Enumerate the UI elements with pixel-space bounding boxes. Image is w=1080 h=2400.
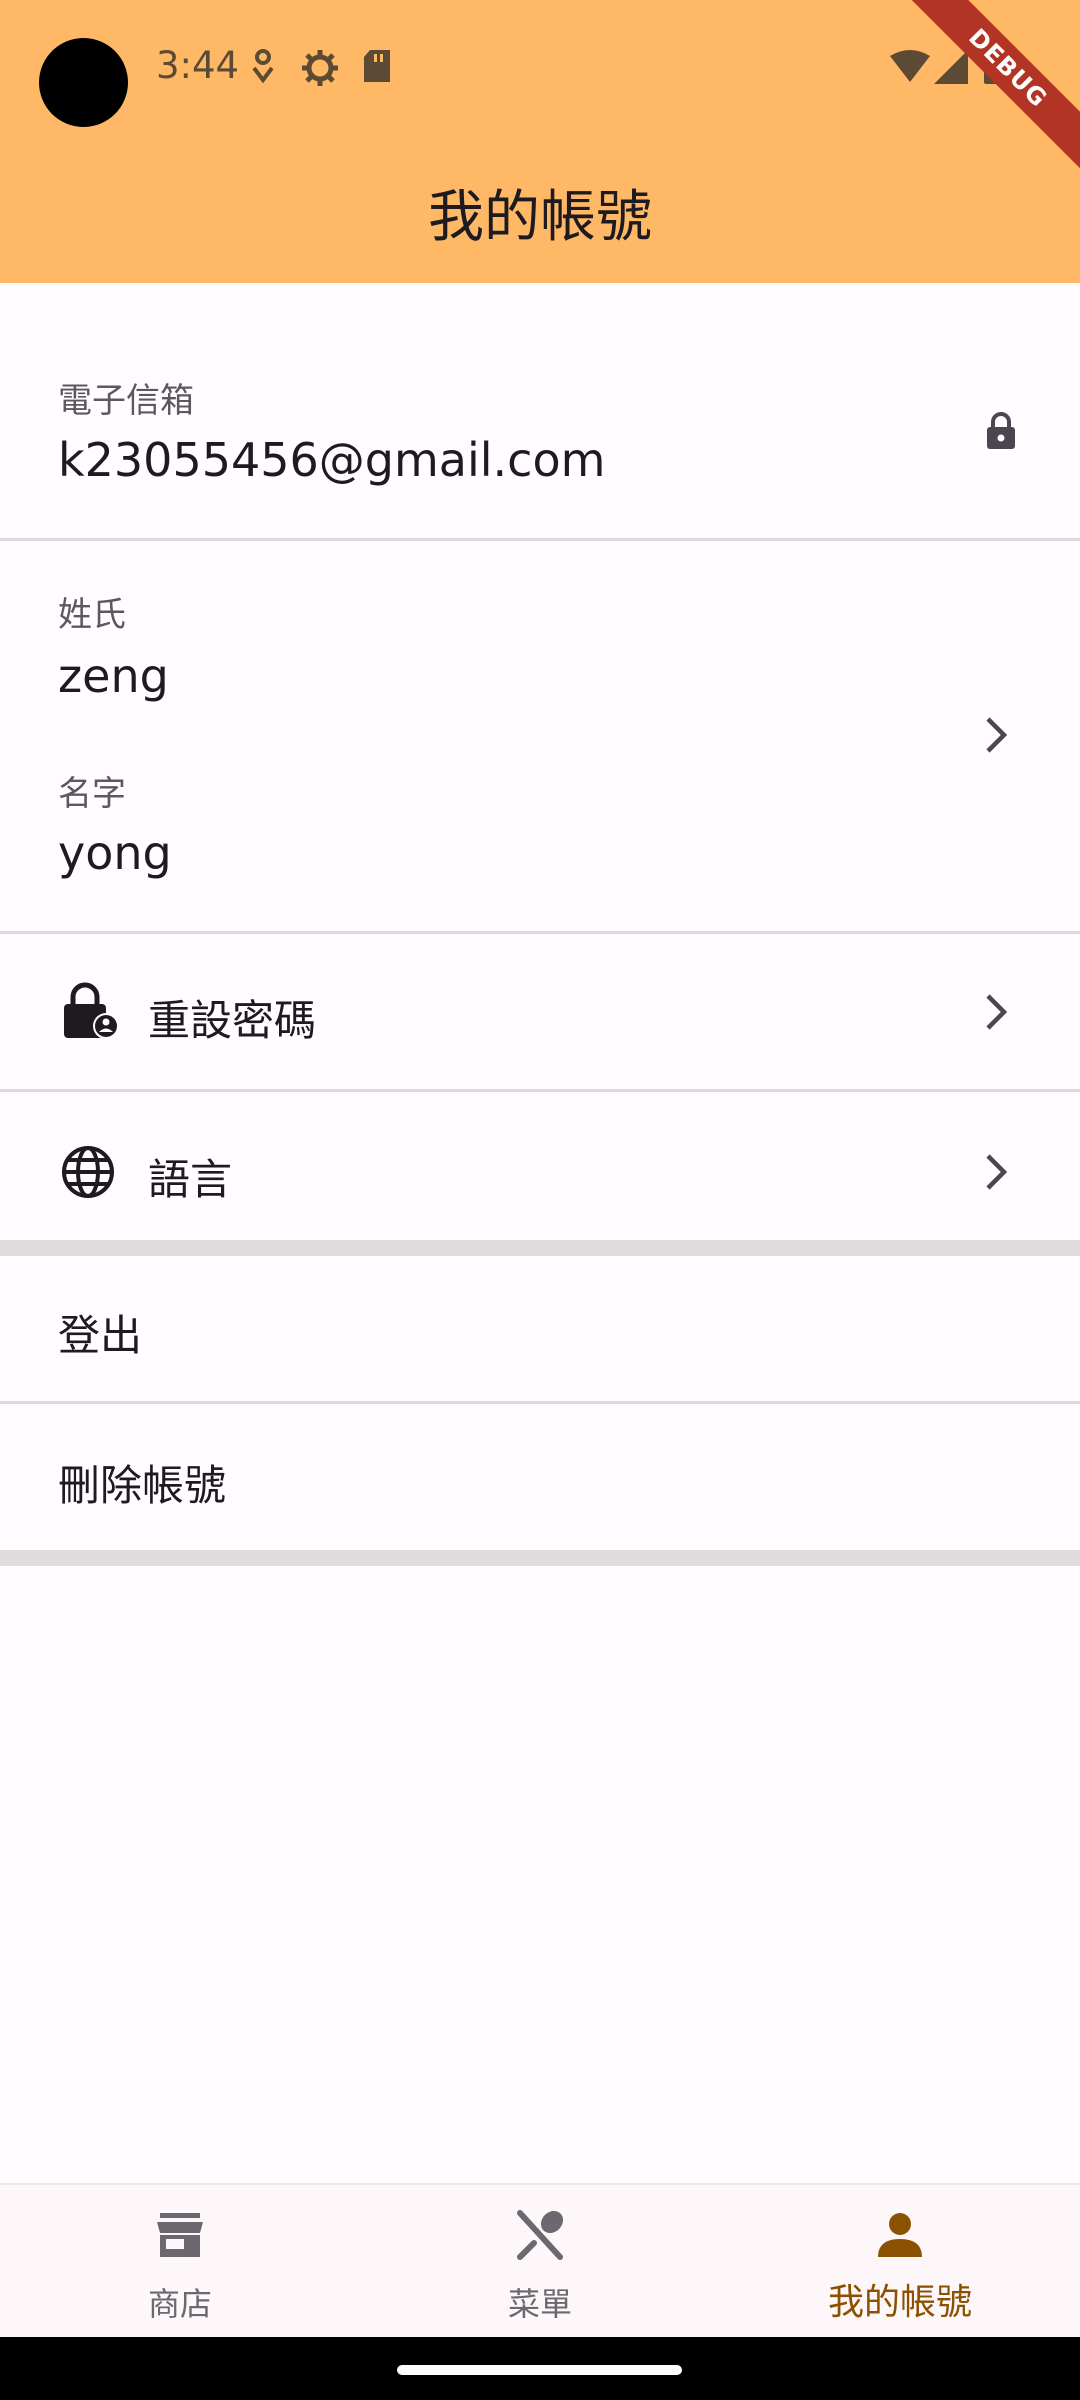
reset-password-label: 重設密碼 [148, 996, 317, 1045]
first-name-value: yong [58, 826, 172, 880]
nav-item-account[interactable]: 我的帳號 [720, 2185, 1080, 2339]
debug-banner: DEBUG [901, 0, 1080, 175]
delete-account-label: 刪除帳號 [58, 1461, 227, 1510]
store-icon [157, 2213, 203, 2257]
person-icon [878, 2213, 922, 2257]
wifi-icon [890, 50, 930, 82]
nav-label-menu: 菜單 [507, 2285, 572, 2323]
language-row[interactable]: 語言 [0, 1092, 1080, 1240]
nav-item-menu[interactable]: 菜單 [360, 2185, 720, 2339]
home-gesture-handle[interactable] [397, 2365, 682, 2375]
logout-label: 登出 [58, 1311, 143, 1360]
email-row: 電子信箱 k23055456@gmail.com [0, 283, 1080, 539]
chevron-right-icon [986, 717, 1008, 753]
camera-cutout [39, 38, 128, 127]
email-value: k23055456@gmail.com [58, 433, 606, 487]
logout-row[interactable]: 登出 [0, 1256, 1080, 1402]
globe-icon [62, 1146, 114, 1198]
lock-person-icon [64, 982, 119, 1039]
nav-label-account: 我的帳號 [827, 2282, 972, 2323]
chevron-right-icon [986, 994, 1008, 1030]
nav-item-store[interactable]: 商店 [0, 2185, 360, 2339]
bottom-navigation: 商店 菜單 我的帳號 [0, 2183, 1080, 2337]
restaurant-icon [517, 2210, 564, 2260]
navigation-status-icon [252, 49, 274, 84]
section-separator [0, 1240, 1080, 1256]
language-label: 語言 [148, 1155, 233, 1204]
last-name-value: zeng [58, 649, 169, 703]
nav-label-store: 商店 [147, 2285, 212, 2323]
app-bar: 3:44 DEBUG 我的帳號 [0, 0, 1080, 283]
page-title: 我的帳號 [428, 185, 652, 250]
name-row[interactable]: 姓氏 zeng 名字 yong [0, 541, 1080, 931]
reset-password-row[interactable]: 重設密碼 [0, 934, 1080, 1090]
sd-card-icon [364, 50, 390, 82]
settings-gear-icon [302, 50, 338, 86]
email-label: 電子信箱 [58, 381, 194, 421]
section-separator [0, 1550, 1080, 1566]
status-time: 3:44 [156, 44, 240, 87]
signal-icon [934, 50, 968, 84]
delete-account-row[interactable]: 刪除帳號 [0, 1404, 1080, 1550]
lock-icon [987, 412, 1015, 449]
first-name-label: 名字 [58, 774, 126, 814]
chevron-right-icon [986, 1154, 1008, 1190]
last-name-label: 姓氏 [58, 595, 126, 635]
